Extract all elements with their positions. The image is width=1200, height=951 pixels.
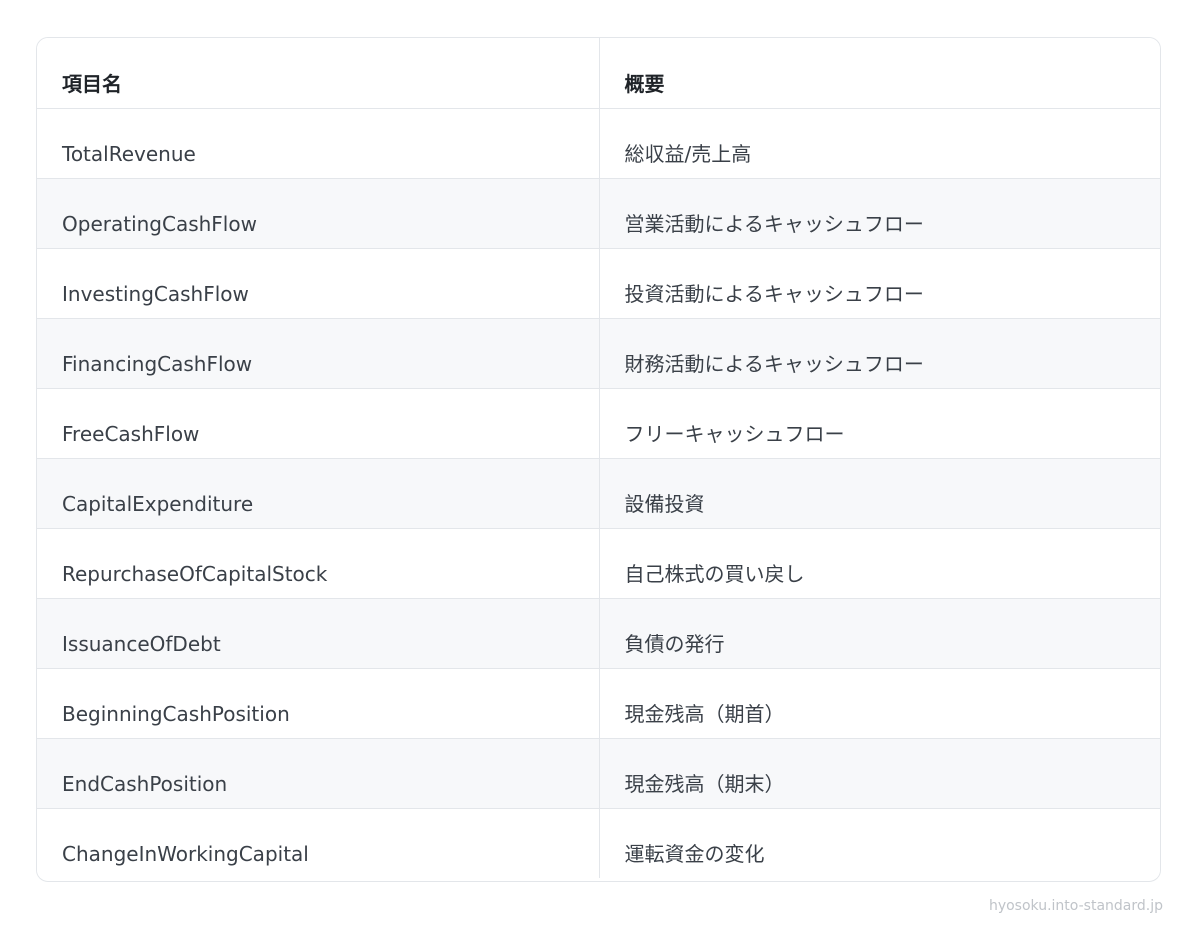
data-table: 項目名 概要 TotalRevenue 総収益/売上高 OperatingCas… <box>37 38 1160 878</box>
item-name-cell: IssuanceOfDebt <box>37 598 600 669</box>
item-name-cell: OperatingCashFlow <box>37 178 600 249</box>
table-row: CapitalExpenditure 設備投資 <box>37 458 1160 529</box>
table-row: FinancingCashFlow 財務活動によるキャッシュフロー <box>37 318 1160 389</box>
table-row: TotalRevenue 総収益/売上高 <box>37 108 1160 179</box>
table-row: ChangeInWorkingCapital 運転資金の変化 <box>37 808 1160 878</box>
table-row: OperatingCashFlow 営業活動によるキャッシュフロー <box>37 178 1160 249</box>
item-name-cell: BeginningCashPosition <box>37 668 600 739</box>
summary-cell: 自己株式の買い戻し <box>599 528 1160 599</box>
table-header-row: 項目名 概要 <box>37 38 1160 109</box>
item-name-cell: ChangeInWorkingCapital <box>37 808 600 878</box>
item-name-cell: RepurchaseOfCapitalStock <box>37 528 600 599</box>
summary-cell: 投資活動によるキャッシュフロー <box>599 248 1160 319</box>
summary-cell: 現金残高（期末） <box>599 738 1160 809</box>
summary-cell: フリーキャッシュフロー <box>599 388 1160 459</box>
item-name-cell: FinancingCashFlow <box>37 318 600 389</box>
table-row: IssuanceOfDebt 負債の発行 <box>37 598 1160 669</box>
site-watermark: hyosoku.into-standard.jp <box>988 898 1163 914</box>
summary-cell: 財務活動によるキャッシュフロー <box>599 318 1160 389</box>
summary-cell: 現金残高（期首） <box>599 668 1160 739</box>
table-row: InvestingCashFlow 投資活動によるキャッシュフロー <box>37 248 1160 319</box>
item-name-cell: TotalRevenue <box>37 108 600 179</box>
header-item-name: 項目名 <box>37 38 600 109</box>
table-row: EndCashPosition 現金残高（期末） <box>37 738 1160 809</box>
summary-cell: 運転資金の変化 <box>599 808 1160 878</box>
table-row: RepurchaseOfCapitalStock 自己株式の買い戻し <box>37 528 1160 599</box>
header-summary: 概要 <box>599 38 1160 109</box>
item-name-cell: EndCashPosition <box>37 738 600 809</box>
summary-cell: 総収益/売上高 <box>599 108 1160 179</box>
item-name-cell: CapitalExpenditure <box>37 458 600 529</box>
summary-cell: 負債の発行 <box>599 598 1160 669</box>
data-table-card: 項目名 概要 TotalRevenue 総収益/売上高 OperatingCas… <box>36 37 1161 882</box>
summary-cell: 営業活動によるキャッシュフロー <box>599 178 1160 249</box>
summary-cell: 設備投資 <box>599 458 1160 529</box>
table-row: FreeCashFlow フリーキャッシュフロー <box>37 388 1160 459</box>
table-row: BeginningCashPosition 現金残高（期首） <box>37 668 1160 739</box>
item-name-cell: FreeCashFlow <box>37 388 600 459</box>
item-name-cell: InvestingCashFlow <box>37 248 600 319</box>
